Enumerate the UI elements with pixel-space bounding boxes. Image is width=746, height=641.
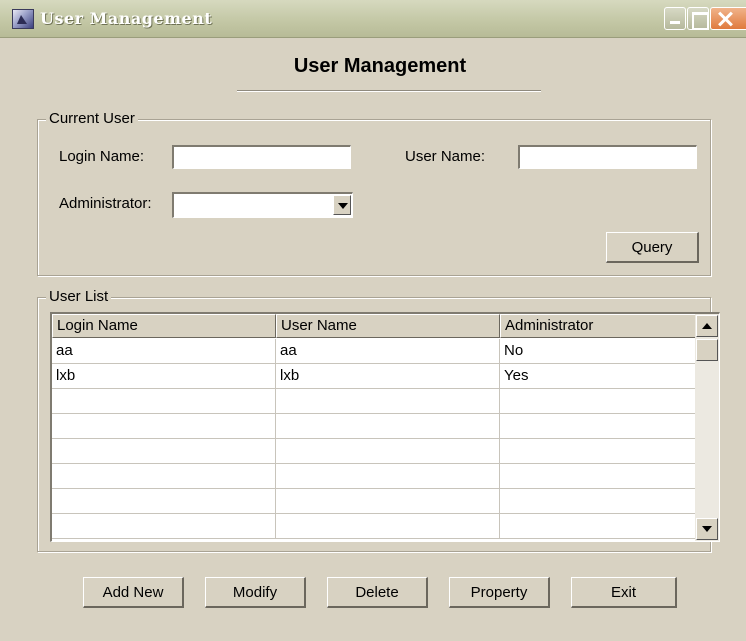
maximize-icon[interactable] (687, 7, 709, 30)
table-cell (500, 389, 696, 413)
table-cell: lxb (52, 364, 276, 388)
table-row[interactable] (52, 464, 696, 489)
column-header-administrator[interactable]: Administrator (500, 314, 696, 338)
minimize-icon[interactable] (664, 7, 686, 30)
table-cell (52, 514, 276, 538)
table-row[interactable] (52, 414, 696, 439)
table-cell (52, 389, 276, 413)
table-row[interactable] (52, 389, 696, 414)
table-cell (276, 464, 500, 488)
title-bar[interactable]: User Management (0, 0, 746, 38)
table-row[interactable] (52, 514, 696, 539)
table-cell (500, 439, 696, 463)
table-cell (500, 414, 696, 438)
table-row[interactable] (52, 489, 696, 514)
administrator-select[interactable] (172, 192, 353, 218)
table-cell (52, 489, 276, 513)
user-list-legend: User List (46, 288, 112, 305)
administrator-label: Administrator: (59, 195, 152, 212)
table-cell (276, 489, 500, 513)
login-name-field[interactable] (172, 145, 351, 169)
user-name-label: User Name: (405, 148, 486, 165)
user-management-window: User Management User Management Current … (0, 0, 746, 641)
table-cell (276, 414, 500, 438)
login-name-label: Login Name: (59, 148, 145, 165)
table-cell (52, 414, 276, 438)
modify-button[interactable]: Modify (205, 577, 306, 608)
table-row[interactable]: lxb lxb Yes (52, 364, 696, 389)
current-user-legend: Current User (46, 110, 138, 127)
exit-button[interactable]: Exit (571, 577, 677, 608)
app-icon (12, 9, 34, 29)
table-cell (276, 439, 500, 463)
vertical-scrollbar[interactable] (695, 314, 719, 541)
table-cell (276, 514, 500, 538)
column-header-user-name[interactable]: User Name (276, 314, 500, 338)
table-cell (500, 464, 696, 488)
table-cell: aa (276, 339, 500, 363)
scroll-down-icon[interactable] (696, 518, 718, 540)
table-cell: lxb (276, 364, 500, 388)
chevron-down-icon[interactable] (333, 195, 351, 215)
table-cell (500, 489, 696, 513)
table-cell (52, 439, 276, 463)
user-name-field[interactable] (518, 145, 697, 169)
user-table: Login Name User Name Administrator aa aa N… (50, 312, 720, 542)
table-cell (500, 514, 696, 538)
table-header: Login Name User Name Administrator (52, 314, 696, 338)
scroll-up-icon[interactable] (696, 315, 718, 337)
close-icon[interactable] (710, 7, 746, 30)
table-cell: aa (52, 339, 276, 363)
table-cell: Yes (500, 364, 696, 388)
title-divider (237, 90, 541, 92)
table-cell (52, 464, 276, 488)
column-header-login-name[interactable]: Login Name (52, 314, 276, 338)
table-cell (276, 389, 500, 413)
scroll-thumb[interactable] (696, 339, 718, 361)
table-row[interactable]: aa aa No (52, 339, 696, 364)
delete-button[interactable]: Delete (327, 577, 428, 608)
query-button[interactable]: Query (606, 232, 699, 263)
table-cell: No (500, 339, 696, 363)
property-button[interactable]: Property (449, 577, 550, 608)
page-title: User Management (293, 55, 467, 77)
table-body: aa aa No lxb lxb Yes (52, 339, 696, 539)
window-title: User Management (40, 9, 213, 28)
add-new-button[interactable]: Add New (83, 577, 184, 608)
table-row[interactable] (52, 439, 696, 464)
